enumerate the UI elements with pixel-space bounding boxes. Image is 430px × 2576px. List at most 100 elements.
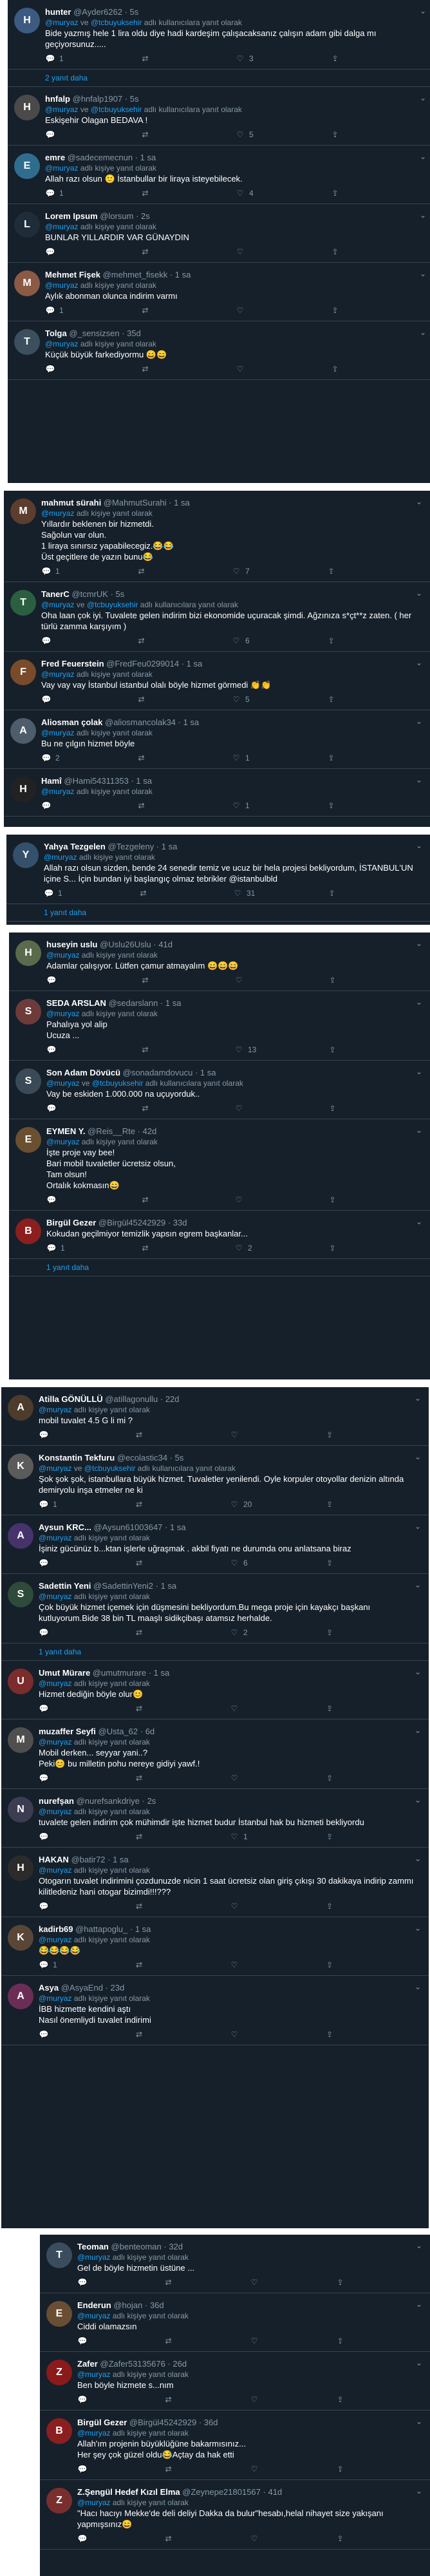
avatar[interactable]: M (8, 1727, 33, 1753)
mention-link[interactable]: @muryaz (46, 1009, 80, 1018)
avatar[interactable]: E (15, 1127, 41, 1153)
reply-button[interactable]: 💬 (39, 1902, 134, 1911)
author-handle[interactable]: @hnfalp1907 (73, 94, 123, 104)
share-button[interactable]: ⇪ (324, 1832, 420, 1841)
author-name[interactable]: Sadettin Yeni (39, 1581, 91, 1591)
reply-button[interactable]: 💬 (77, 2336, 164, 2345)
share-button[interactable]: ⇪ (328, 976, 422, 985)
timestamp[interactable]: 23d (111, 1983, 125, 1993)
mention-link[interactable]: @muryaz (77, 2429, 111, 2438)
like-button[interactable]: ♡ 4 (235, 189, 330, 198)
reply-button[interactable]: 💬 1 (46, 1244, 140, 1253)
tweet[interactable]: A Aysun KRC... @Aysun61003647 · 1 sa ⌄ @mur… (1, 1515, 429, 1574)
author-handle[interactable]: @Hami54311353 (64, 776, 128, 786)
chevron-down-icon[interactable]: ⌄ (416, 589, 422, 598)
author-name[interactable]: SEDA ARSLAN (46, 998, 106, 1008)
mention-link[interactable]: @muryaz (41, 728, 75, 737)
reply-button[interactable]: 💬 1 (45, 189, 140, 198)
share-button[interactable]: ⇪ (328, 1045, 422, 1054)
reply-button[interactable]: 💬 1 (44, 889, 138, 898)
retweet-button[interactable]: ⇄ (134, 1558, 229, 1567)
like-button[interactable]: ♡ 5 (235, 130, 330, 139)
retweet-button[interactable]: ⇄ (136, 567, 232, 576)
author-handle[interactable]: @nurefsankdriye (77, 1796, 140, 1806)
chevron-down-icon[interactable]: ⌄ (416, 497, 422, 506)
retweet-button[interactable]: ⇄ (134, 1902, 229, 1911)
author-handle[interactable]: @Birgül45242929 (98, 1218, 165, 1227)
chevron-down-icon[interactable]: ⌄ (415, 1726, 421, 1735)
timestamp[interactable]: 5s (116, 589, 125, 599)
like-button[interactable]: ♡ (249, 2465, 335, 2474)
like-button[interactable]: ♡ (229, 1774, 324, 1783)
tweet[interactable]: M Mehmet Fişek @mehmet_fisekk · 1 sa ⌄ @mur… (8, 263, 430, 321)
mention-link[interactable]: @muryaz (44, 853, 77, 862)
reply-button[interactable]: 💬 (39, 1430, 134, 1439)
reply-button[interactable]: 💬 (41, 636, 136, 645)
avatar[interactable]: B (15, 1218, 41, 1244)
mention-link[interactable]: @tcbuyuksehir (91, 105, 142, 114)
chevron-down-icon[interactable]: ⌄ (415, 1394, 421, 1403)
like-button[interactable]: ♡ (234, 1195, 328, 1204)
retweet-button[interactable]: ⇄ (164, 2534, 250, 2543)
timestamp[interactable]: 1 sa (175, 270, 191, 279)
avatar[interactable]: K (8, 1454, 33, 1479)
author-name[interactable]: hunter (45, 7, 71, 17)
reply-button[interactable]: 💬 (46, 1195, 140, 1204)
like-button[interactable]: ♡ (229, 1704, 324, 1713)
tweet[interactable]: H Hamî @Hami54311353 · 1 sa ⌄ @muryaz adlı … (4, 769, 430, 817)
reply-button[interactable]: 💬 1 (45, 306, 140, 315)
avatar[interactable]: K (8, 1925, 33, 1951)
avatar[interactable]: S (15, 1068, 41, 1094)
tweet[interactable]: Y Yahya Tezgelen @Tezgeleny · 1 sa ⌄ @murya… (6, 835, 430, 904)
chevron-down-icon[interactable]: ⌄ (416, 2417, 422, 2426)
mention-link[interactable]: @muryaz (45, 164, 79, 173)
retweet-button[interactable]: ⇄ (164, 2278, 250, 2287)
share-button[interactable]: ⇪ (324, 1430, 420, 1439)
mention-link[interactable]: @muryaz (39, 1464, 72, 1473)
avatar[interactable]: Z (46, 2360, 72, 2385)
retweet-button[interactable]: ⇄ (136, 801, 232, 810)
like-button[interactable]: ♡ (249, 2278, 335, 2287)
author-handle[interactable]: @hojan (113, 2300, 142, 2310)
author-name[interactable]: HAKAN (39, 1855, 69, 1864)
avatar[interactable]: A (8, 1984, 33, 2009)
chevron-down-icon[interactable]: ⌄ (415, 1982, 421, 1991)
author-name[interactable]: Mehmet Fişek (45, 270, 100, 279)
reply-button[interactable]: 💬 2 (41, 753, 136, 762)
author-name[interactable]: Birgül Gezer (46, 1218, 96, 1227)
author-name[interactable]: Aysun KRC... (39, 1522, 91, 1532)
retweet-button[interactable]: ⇄ (134, 1704, 229, 1713)
reply-button[interactable]: 💬 (46, 1045, 140, 1054)
share-button[interactable]: ⇪ (330, 189, 425, 198)
like-button[interactable]: ♡ 6 (231, 636, 326, 645)
share-button[interactable]: ⇪ (330, 54, 425, 63)
chevron-down-icon[interactable]: ⌄ (416, 775, 422, 784)
mention-link[interactable]: @muryaz (39, 1994, 72, 2003)
author-name[interactable]: Birgül Gezer (77, 2418, 127, 2427)
like-button[interactable]: ♡ (249, 2395, 335, 2404)
share-button[interactable]: ⇪ (328, 1244, 422, 1253)
author-handle[interactable]: @ecolastic34 (117, 1453, 167, 1463)
chevron-down-icon[interactable]: ⌄ (415, 1924, 421, 1933)
like-button[interactable]: ♡ (235, 247, 330, 256)
mention-link[interactable]: @muryaz (45, 281, 79, 290)
author-name[interactable]: Fred Feuerstein (41, 659, 104, 668)
mention-link[interactable]: @muryaz (39, 1807, 72, 1816)
chevron-down-icon[interactable]: ⌄ (420, 6, 426, 15)
author-handle[interactable]: @batir72 (71, 1855, 106, 1864)
like-button[interactable]: ♡ (229, 1430, 324, 1439)
tweet[interactable]: Mmuzaffer Seyfi @Usta_62 · 6d ⌄ @muryaz ad… (1, 1719, 429, 1789)
avatar[interactable]: Z (46, 2488, 72, 2514)
author-handle[interactable]: @_sensizsen (69, 328, 119, 338)
timestamp[interactable]: 5s (129, 7, 138, 17)
avatar[interactable]: S (8, 1582, 33, 1607)
mention-link[interactable]: @muryaz (39, 1592, 72, 1601)
retweet-button[interactable]: ⇄ (164, 2336, 250, 2345)
mention-link[interactable]: @tcbuyuksehir (87, 600, 138, 609)
like-button[interactable]: ♡ (249, 2336, 335, 2345)
retweet-button[interactable]: ⇄ (140, 306, 236, 315)
author-name[interactable]: kadirb69 (39, 1924, 73, 1934)
timestamp[interactable]: 36d (204, 2418, 218, 2427)
chevron-down-icon[interactable]: ⌄ (416, 658, 422, 667)
avatar[interactable]: A (8, 1395, 33, 1421)
